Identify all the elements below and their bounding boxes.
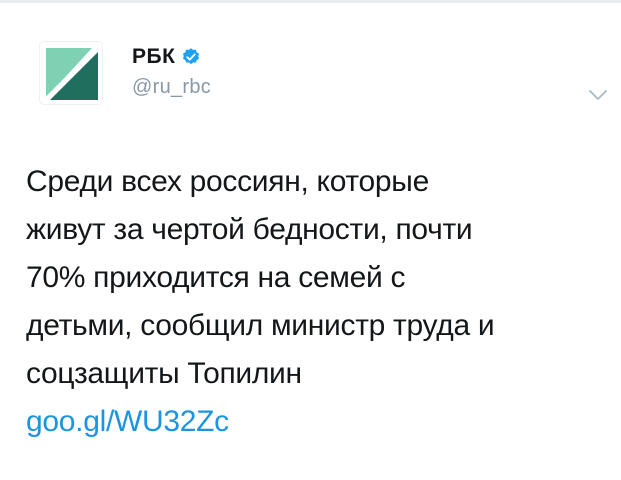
- author-names: РБК @ru_rbc: [132, 44, 211, 99]
- tweet-body: Среди всех россиян, которые живут за чер…: [26, 158, 606, 446]
- chevron-down-icon[interactable]: [587, 88, 609, 102]
- verified-badge-icon: [181, 47, 201, 67]
- tweet-link[interactable]: goo.gl/WU32Zc: [26, 398, 606, 446]
- name-row: РБК: [132, 44, 211, 70]
- rbc-logo-icon: [40, 42, 102, 104]
- top-divider: [0, 0, 621, 3]
- tweet-text: Среди всех россиян, которые живут за чер…: [26, 165, 495, 390]
- avatar[interactable]: [40, 42, 102, 104]
- user-handle[interactable]: @ru_rbc: [132, 76, 211, 99]
- display-name[interactable]: РБК: [132, 45, 175, 69]
- tweet-header: РБК @ru_rbc: [40, 40, 621, 110]
